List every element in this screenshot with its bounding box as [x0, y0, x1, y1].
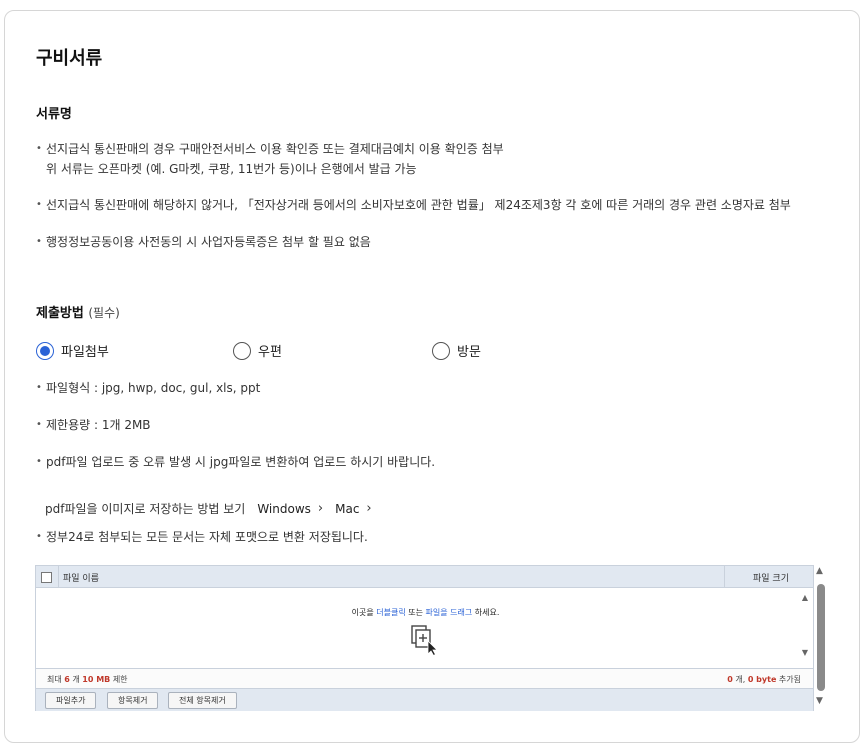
- chevron-right-icon: ›: [366, 501, 372, 516]
- chevron-right-icon: ›: [317, 501, 324, 516]
- document-item-3-line1: 행정정보공동이용 사전동의 시 사업자등록증은 첨부 할 필요 없음: [46, 235, 371, 249]
- uploader-status-bar: 최대 6 개 10 MB 제한 0 개, 0 byte 추가됨: [36, 668, 813, 688]
- upload-count: 0 개, 0 byte 추가됨: [727, 674, 801, 685]
- submission-heading-text: 제출방법: [36, 306, 84, 321]
- note-pdf-error-text: pdf파일 업로드 중 오류 발생 시 jpg파일로 변환하여 업로드 하시기 …: [46, 455, 436, 469]
- scrollbar-thumb[interactable]: [817, 584, 825, 691]
- pdf-guide-mac-text: Mac: [335, 501, 360, 516]
- file-drop-zone[interactable]: 이곳을 더블클릭 또는 파일을 드래그 하세요. ▲ ▼: [36, 588, 813, 668]
- radio-checked-icon[interactable]: [36, 341, 54, 360]
- required-note: (필수): [88, 306, 120, 320]
- column-file-size[interactable]: 파일 크기: [753, 571, 789, 584]
- radio-mail-label: 우편: [258, 345, 282, 360]
- document-item-3: 행정정보공동이용 사전동의 시 사업자등록증은 첨부 할 필요 없음: [36, 232, 371, 252]
- drop-hint-text: 이곳을: [351, 608, 377, 617]
- radio-unchecked-icon[interactable]: [233, 341, 251, 360]
- column-divider: [58, 566, 59, 587]
- upload-count-bytes: 0 byte: [747, 675, 777, 684]
- page-scrollbar[interactable]: ▲ ▼: [815, 566, 827, 711]
- file-uploader: 파일 이름 파일 크기 이곳을 더블클릭 또는 파일을 드래그 하세요. ▲ ▼…: [35, 565, 814, 711]
- upload-limit-size: 10 MB: [82, 675, 111, 684]
- drop-hint-text: 하세요.: [472, 608, 500, 617]
- submission-method-radios: 파일첨부 우편 방문: [36, 341, 596, 361]
- drop-hint-dblclick: 더블클릭: [376, 608, 406, 617]
- note-size-limit: 제한용량 : 1개 2MB: [36, 415, 151, 435]
- documents-heading: 서류명: [36, 107, 72, 122]
- drop-hint-drag: 파일을 드래그: [425, 608, 473, 617]
- pdf-guide-label: pdf파일을 이미지로 저장하는 방법 보기: [45, 502, 246, 516]
- list-scroll-up-icon[interactable]: ▲: [802, 593, 808, 602]
- drop-hint-text: 또는: [405, 608, 426, 617]
- pdf-guide-windows-link[interactable]: Windows ›: [257, 501, 323, 516]
- scroll-down-icon[interactable]: ▼: [816, 696, 823, 706]
- upload-limit-text: 제한: [110, 675, 128, 684]
- list-scroll-down-icon[interactable]: ▼: [802, 648, 808, 657]
- remove-all-items-button[interactable]: 전체 항목제거: [168, 692, 237, 709]
- submission-heading: 제출방법 (필수): [36, 302, 120, 321]
- add-file-icon: [411, 625, 438, 656]
- pdf-guide-mac-link[interactable]: Mac ›: [335, 501, 372, 516]
- note-file-format-text: 파일형식 : jpg, hwp, doc, gul, xls, ppt: [46, 381, 261, 395]
- remove-item-button[interactable]: 항목제거: [107, 692, 159, 709]
- radio-visit-label: 방문: [457, 345, 481, 360]
- drop-hint: 이곳을 더블클릭 또는 파일을 드래그 하세요.: [36, 607, 815, 618]
- select-all-checkbox[interactable]: [41, 572, 52, 583]
- upload-limit: 최대 6 개 10 MB 제한: [47, 674, 128, 685]
- uploader-button-bar: 파일추가 항목제거 전체 항목제거: [36, 688, 813, 711]
- column-divider: [724, 566, 725, 587]
- uploader-header: 파일 이름 파일 크기: [36, 566, 813, 588]
- document-item-2-line1: 선지급식 통신판매에 해당하지 않거나, 「전자상거래 등에서의 소비자보호에 …: [46, 198, 791, 212]
- upload-limit-text: 개: [69, 675, 83, 684]
- pdf-guide-row: pdf파일을 이미지로 저장하는 방법 보기 Windows › Mac ›: [45, 500, 372, 517]
- document-item-2: 선지급식 통신판매에 해당하지 않거나, 「전자상거래 등에서의 소비자보호에 …: [36, 195, 791, 215]
- upload-count-text: 개,: [732, 675, 748, 684]
- note-format-conversion-text: 정부24로 첨부되는 모든 문서는 자체 포맷으로 변환 저장됩니다.: [46, 530, 368, 544]
- radio-file-attach[interactable]: 파일첨부: [36, 341, 109, 360]
- upload-limit-text: 최대: [47, 675, 65, 684]
- document-item-1: 선지급식 통신판매의 경우 구매안전서비스 이용 확인증 또는 결제대금예치 이…: [36, 139, 504, 179]
- upload-count-text: 추가됨: [776, 675, 801, 684]
- radio-visit[interactable]: 방문: [432, 341, 481, 360]
- document-item-1-line2: 위 서류는 오픈마켓 (예. G마켓, 쿠팡, 11번가 등)이나 은행에서 발…: [46, 162, 417, 176]
- radio-unchecked-icon[interactable]: [432, 341, 450, 360]
- scroll-up-icon[interactable]: ▲: [816, 566, 823, 576]
- radio-file-attach-label: 파일첨부: [61, 345, 109, 360]
- add-file-button[interactable]: 파일추가: [45, 692, 97, 709]
- note-size-limit-text: 제한용량 : 1개 2MB: [46, 418, 151, 432]
- pdf-guide-windows-text: Windows: [257, 501, 311, 516]
- radio-mail[interactable]: 우편: [233, 341, 282, 360]
- note-format-conversion: 정부24로 첨부되는 모든 문서는 자체 포맷으로 변환 저장됩니다.: [36, 527, 368, 547]
- note-file-format: 파일형식 : jpg, hwp, doc, gul, xls, ppt: [36, 378, 260, 398]
- column-file-name[interactable]: 파일 이름: [63, 571, 99, 584]
- document-item-1-line1: 선지급식 통신판매의 경우 구매안전서비스 이용 확인증 또는 결제대금예치 이…: [46, 142, 504, 156]
- page-title: 구비서류: [36, 48, 103, 69]
- note-pdf-error: pdf파일 업로드 중 오류 발생 시 jpg파일로 변환하여 업로드 하시기 …: [36, 452, 435, 472]
